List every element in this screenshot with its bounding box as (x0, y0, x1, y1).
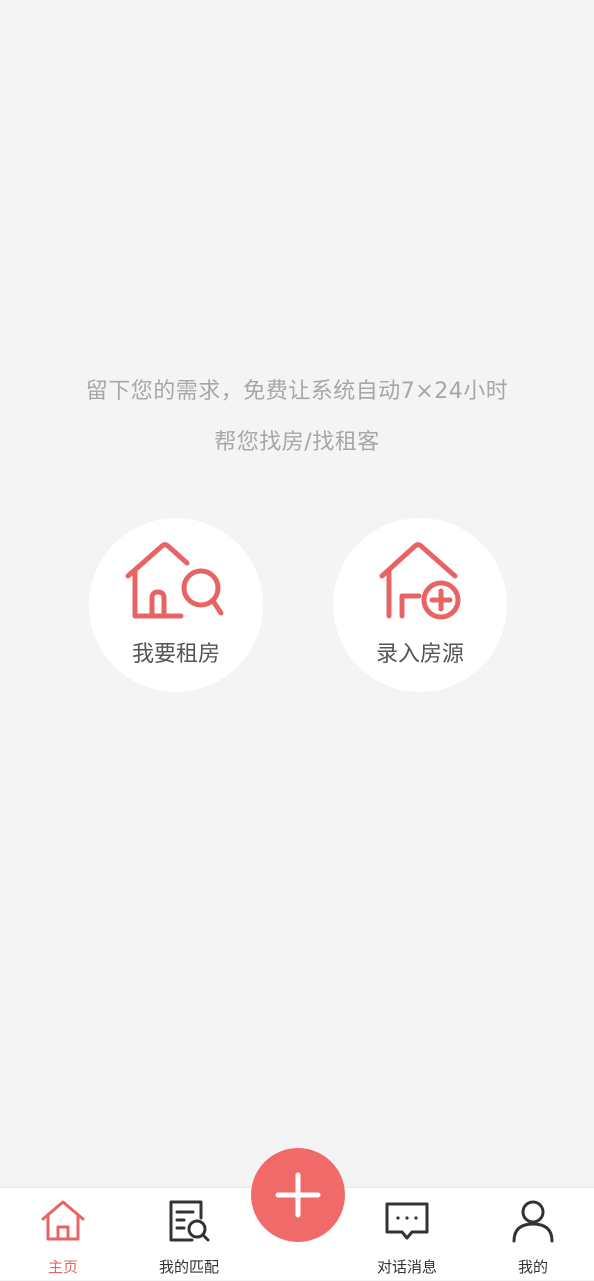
chat-bubble-icon (385, 1202, 429, 1240)
tab-home[interactable]: 主页 (8, 1188, 118, 1281)
prompt-line-2: 帮您找房/找租客 (214, 430, 380, 455)
rent-house-button[interactable]: 我要租房 (89, 518, 263, 692)
house-search-icon (125, 542, 224, 619)
tab-messages[interactable]: 对话消息 (352, 1188, 462, 1281)
add-listing-button[interactable]: 录入房源 (333, 518, 507, 692)
plus-icon (275, 1172, 321, 1218)
main-content: 留下您的需求，免费让系统自动7×24小时 帮您找房/找租客 我要租房 录入房源 (0, 0, 594, 1187)
tab-me[interactable]: 我的 (478, 1188, 588, 1281)
add-listing-label: 录入房源 (375, 642, 464, 667)
tab-my-matches-label: 我的匹配 (158, 1258, 219, 1276)
home-icon (41, 1200, 85, 1241)
user-icon (512, 1200, 554, 1243)
tab-home-label: 主页 (47, 1258, 78, 1276)
house-add-icon (379, 542, 461, 620)
tab-my-matches[interactable]: 我的匹配 (134, 1188, 244, 1281)
tab-messages-label: 对话消息 (376, 1258, 437, 1276)
rent-house-label: 我要租房 (131, 642, 220, 667)
add-button[interactable] (251, 1148, 345, 1242)
document-search-icon (169, 1200, 210, 1242)
prompt-line-1: 留下您的需求，免费让系统自动7×24小时 (85, 379, 509, 404)
tab-me-label: 我的 (517, 1258, 548, 1276)
